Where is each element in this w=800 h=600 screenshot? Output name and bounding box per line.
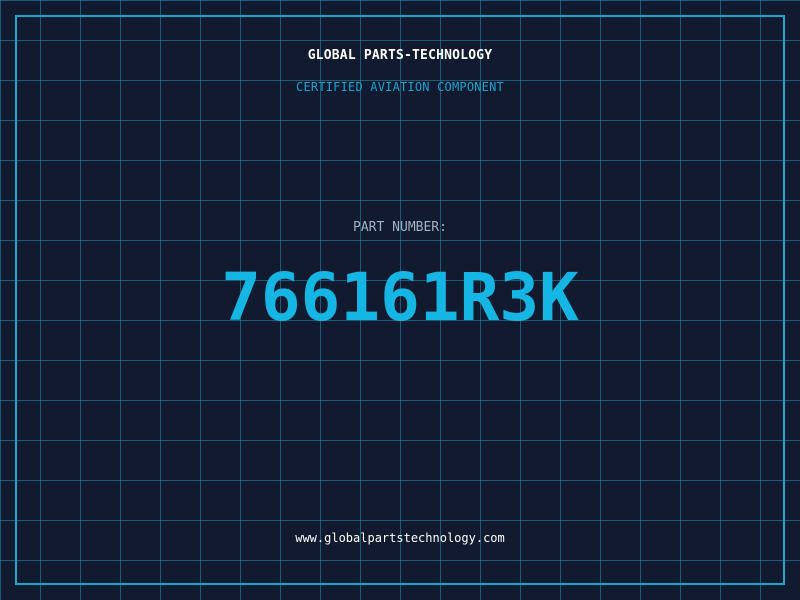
- brand-tagline: CERTIFIED AVIATION COMPONENT: [296, 80, 504, 94]
- part-number-value: 766161R3K: [221, 259, 579, 336]
- part-label-card: GLOBAL PARTS-TECHNOLOGY CERTIFIED AVIATI…: [0, 0, 800, 600]
- brand-name: GLOBAL PARTS-TECHNOLOGY: [307, 48, 493, 63]
- part-number-label: PART NUMBER:: [353, 220, 447, 235]
- website-url: www.globalpartstechnology.com: [295, 531, 505, 545]
